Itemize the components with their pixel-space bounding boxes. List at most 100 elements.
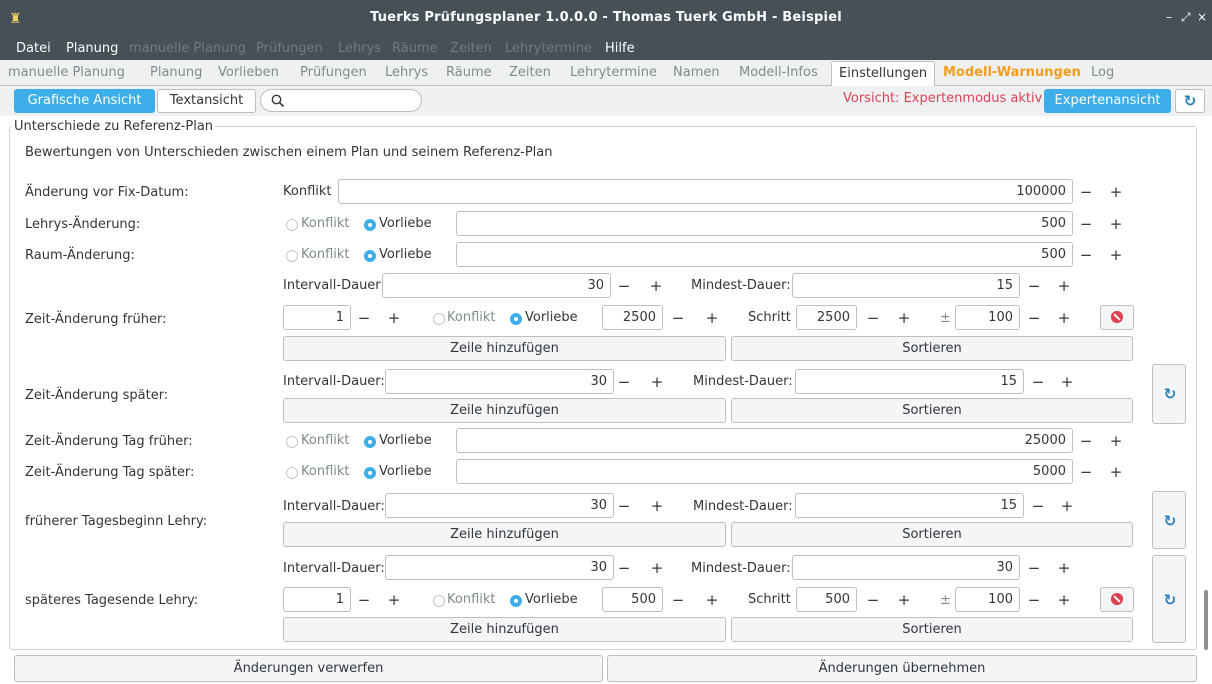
raum-konflikt-radio[interactable]: [286, 250, 298, 262]
tagesende-intervall-decrease[interactable]: −: [615, 558, 633, 578]
tagesbeginn-reset-button[interactable]: ↻: [1152, 491, 1186, 549]
zeit-frueher-count[interactable]: 1: [283, 305, 351, 330]
zeit-frueher-konflikt-radio[interactable]: [433, 313, 445, 325]
zeit-spaeter-reset-button[interactable]: ↻: [1152, 364, 1186, 424]
maximize-icon[interactable]: ⤢: [1181, 10, 1191, 25]
tag-frueher-konflikt-radio[interactable]: [286, 436, 298, 448]
zeit-spaeter-add-row-button[interactable]: Zeile hinzufügen: [283, 398, 726, 423]
tagesbeginn-mindest-increase[interactable]: +: [1058, 496, 1076, 516]
zeit-frueher-weight-increase[interactable]: +: [703, 308, 721, 328]
zeit-frueher-vorliebe-radio[interactable]: [510, 313, 522, 325]
zeit-spaeter-mindest-increase[interactable]: +: [1058, 372, 1076, 392]
zeit-frueher-count-decrease[interactable]: −: [355, 308, 373, 328]
zeit-frueher-weight-decrease[interactable]: −: [669, 308, 687, 328]
tab-zeiten[interactable]: Zeiten: [509, 65, 551, 80]
zeit-frueher-schritt-increase[interactable]: +: [895, 308, 913, 328]
tagesende-pm-increase[interactable]: +: [1055, 590, 1073, 610]
zeit-frueher-mindest-value[interactable]: 15: [792, 273, 1020, 298]
zeit-frueher-schritt[interactable]: 2500: [796, 305, 857, 330]
tag-spaeter-decrease[interactable]: −: [1077, 462, 1095, 482]
tagesende-intervall-increase[interactable]: +: [648, 558, 666, 578]
tagesende-count[interactable]: 1: [283, 587, 351, 612]
tab-lehrys[interactable]: Lehrys: [385, 65, 428, 80]
tagesbeginn-intervall-value[interactable]: 30: [385, 493, 614, 518]
expert-view-button[interactable]: Expertenansicht: [1044, 89, 1171, 113]
tagesbeginn-mindest-value[interactable]: 15: [795, 493, 1024, 518]
zeit-frueher-sort-button[interactable]: Sortieren: [731, 336, 1133, 361]
tagesbeginn-intervall-decrease[interactable]: −: [615, 496, 633, 516]
tab-lehrytermine[interactable]: Lehrytermine: [570, 65, 657, 80]
tagesende-vorliebe-radio[interactable]: [510, 595, 522, 607]
tagesende-sort-button[interactable]: Sortieren: [731, 617, 1133, 642]
menu-hilfe[interactable]: Hilfe: [605, 41, 635, 56]
fix-datum-decrease[interactable]: −: [1077, 182, 1095, 202]
tag-frueher-increase[interactable]: +: [1107, 431, 1125, 451]
tagesende-count-decrease[interactable]: −: [355, 590, 373, 610]
raum-increase[interactable]: +: [1107, 245, 1125, 265]
lehrys-konflikt-radio[interactable]: [286, 219, 298, 231]
zeit-frueher-count-increase[interactable]: +: [385, 308, 403, 328]
zeit-spaeter-mindest-value[interactable]: 15: [795, 369, 1024, 394]
fix-datum-increase[interactable]: +: [1107, 182, 1125, 202]
tagesende-delete-row-button[interactable]: [1100, 587, 1134, 612]
tab-einstellungen[interactable]: Einstellungen: [831, 61, 936, 87]
tagesende-reset-button[interactable]: ↻: [1152, 555, 1186, 643]
tagesende-schritt-decrease[interactable]: −: [864, 590, 882, 610]
graphic-view-button[interactable]: Grafische Ansicht: [14, 89, 155, 113]
lehrys-increase[interactable]: +: [1107, 214, 1125, 234]
discard-changes-button[interactable]: Änderungen verwerfen: [14, 655, 603, 682]
tagesende-pm-decrease[interactable]: −: [1025, 590, 1043, 610]
zeit-frueher-delete-row-button[interactable]: [1100, 305, 1134, 330]
lehrys-value[interactable]: 500: [456, 211, 1073, 236]
zeit-frueher-pm-increase[interactable]: +: [1055, 308, 1073, 328]
tagesende-weight-increase[interactable]: +: [703, 590, 721, 610]
tab-log[interactable]: Log: [1091, 65, 1114, 80]
tagesende-mindest-increase[interactable]: +: [1055, 558, 1073, 578]
tag-frueher-vorliebe-radio[interactable]: [364, 436, 376, 448]
raum-vorliebe-radio[interactable]: [364, 250, 376, 262]
tagesende-weight[interactable]: 500: [602, 587, 663, 612]
tab-modell-infos[interactable]: Modell-Infos: [739, 65, 818, 80]
zeit-spaeter-intervall-decrease[interactable]: −: [615, 372, 633, 392]
tagesbeginn-sort-button[interactable]: Sortieren: [731, 522, 1133, 547]
tab-modell-warnungen[interactable]: Modell-Warnungen: [943, 65, 1081, 80]
lehrys-vorliebe-radio[interactable]: [364, 219, 376, 231]
menu-datei[interactable]: Datei: [16, 41, 51, 56]
tag-spaeter-value[interactable]: 5000: [456, 459, 1073, 484]
tagesbeginn-mindest-decrease[interactable]: −: [1029, 496, 1047, 516]
tagesende-intervall-value[interactable]: 30: [385, 555, 614, 580]
search-input[interactable]: [260, 89, 422, 112]
zeit-frueher-add-row-button[interactable]: Zeile hinzufügen: [283, 336, 726, 361]
tab-raeume[interactable]: Räume: [446, 65, 492, 80]
tagesende-mindest-decrease[interactable]: −: [1025, 558, 1043, 578]
tab-namen[interactable]: Namen: [673, 65, 720, 80]
zeit-frueher-mindest-increase[interactable]: +: [1055, 276, 1073, 296]
zeit-frueher-pm-decrease[interactable]: −: [1025, 308, 1043, 328]
tagesende-konflikt-radio[interactable]: [433, 595, 445, 607]
tab-pruefungen[interactable]: Prüfungen: [300, 65, 367, 80]
text-view-button[interactable]: Textansicht: [157, 89, 256, 113]
tagesende-add-row-button[interactable]: Zeile hinzufügen: [283, 617, 726, 642]
tagesende-count-increase[interactable]: +: [385, 590, 403, 610]
zeit-frueher-intervall-increase[interactable]: +: [647, 276, 665, 296]
tagesende-pm[interactable]: 100: [955, 587, 1020, 612]
tagesende-weight-decrease[interactable]: −: [669, 590, 687, 610]
tagesende-mindest-value[interactable]: 30: [792, 555, 1020, 580]
zeit-spaeter-intervall-increase[interactable]: +: [648, 372, 666, 392]
zeit-frueher-weight[interactable]: 2500: [602, 305, 663, 330]
tagesende-schritt-increase[interactable]: +: [895, 590, 913, 610]
zeit-frueher-pm[interactable]: 100: [955, 305, 1020, 330]
tab-manuelle-planung[interactable]: manuelle Planung: [8, 65, 125, 80]
tab-planung[interactable]: Planung: [150, 65, 202, 80]
tab-vorlieben[interactable]: Vorlieben: [218, 65, 279, 80]
tagesbeginn-add-row-button[interactable]: Zeile hinzufügen: [283, 522, 726, 547]
minimize-icon[interactable]: –: [1166, 10, 1172, 24]
tag-spaeter-vorliebe-radio[interactable]: [364, 467, 376, 479]
lehrys-decrease[interactable]: −: [1077, 214, 1095, 234]
zeit-spaeter-intervall-value[interactable]: 30: [385, 369, 614, 394]
vertical-scrollbar[interactable]: [1200, 126, 1212, 650]
refresh-button[interactable]: ↻: [1175, 89, 1205, 113]
scrollbar-thumb[interactable]: [1204, 590, 1208, 650]
zeit-frueher-intervall-decrease[interactable]: −: [615, 276, 633, 296]
zeit-frueher-mindest-decrease[interactable]: −: [1025, 276, 1043, 296]
